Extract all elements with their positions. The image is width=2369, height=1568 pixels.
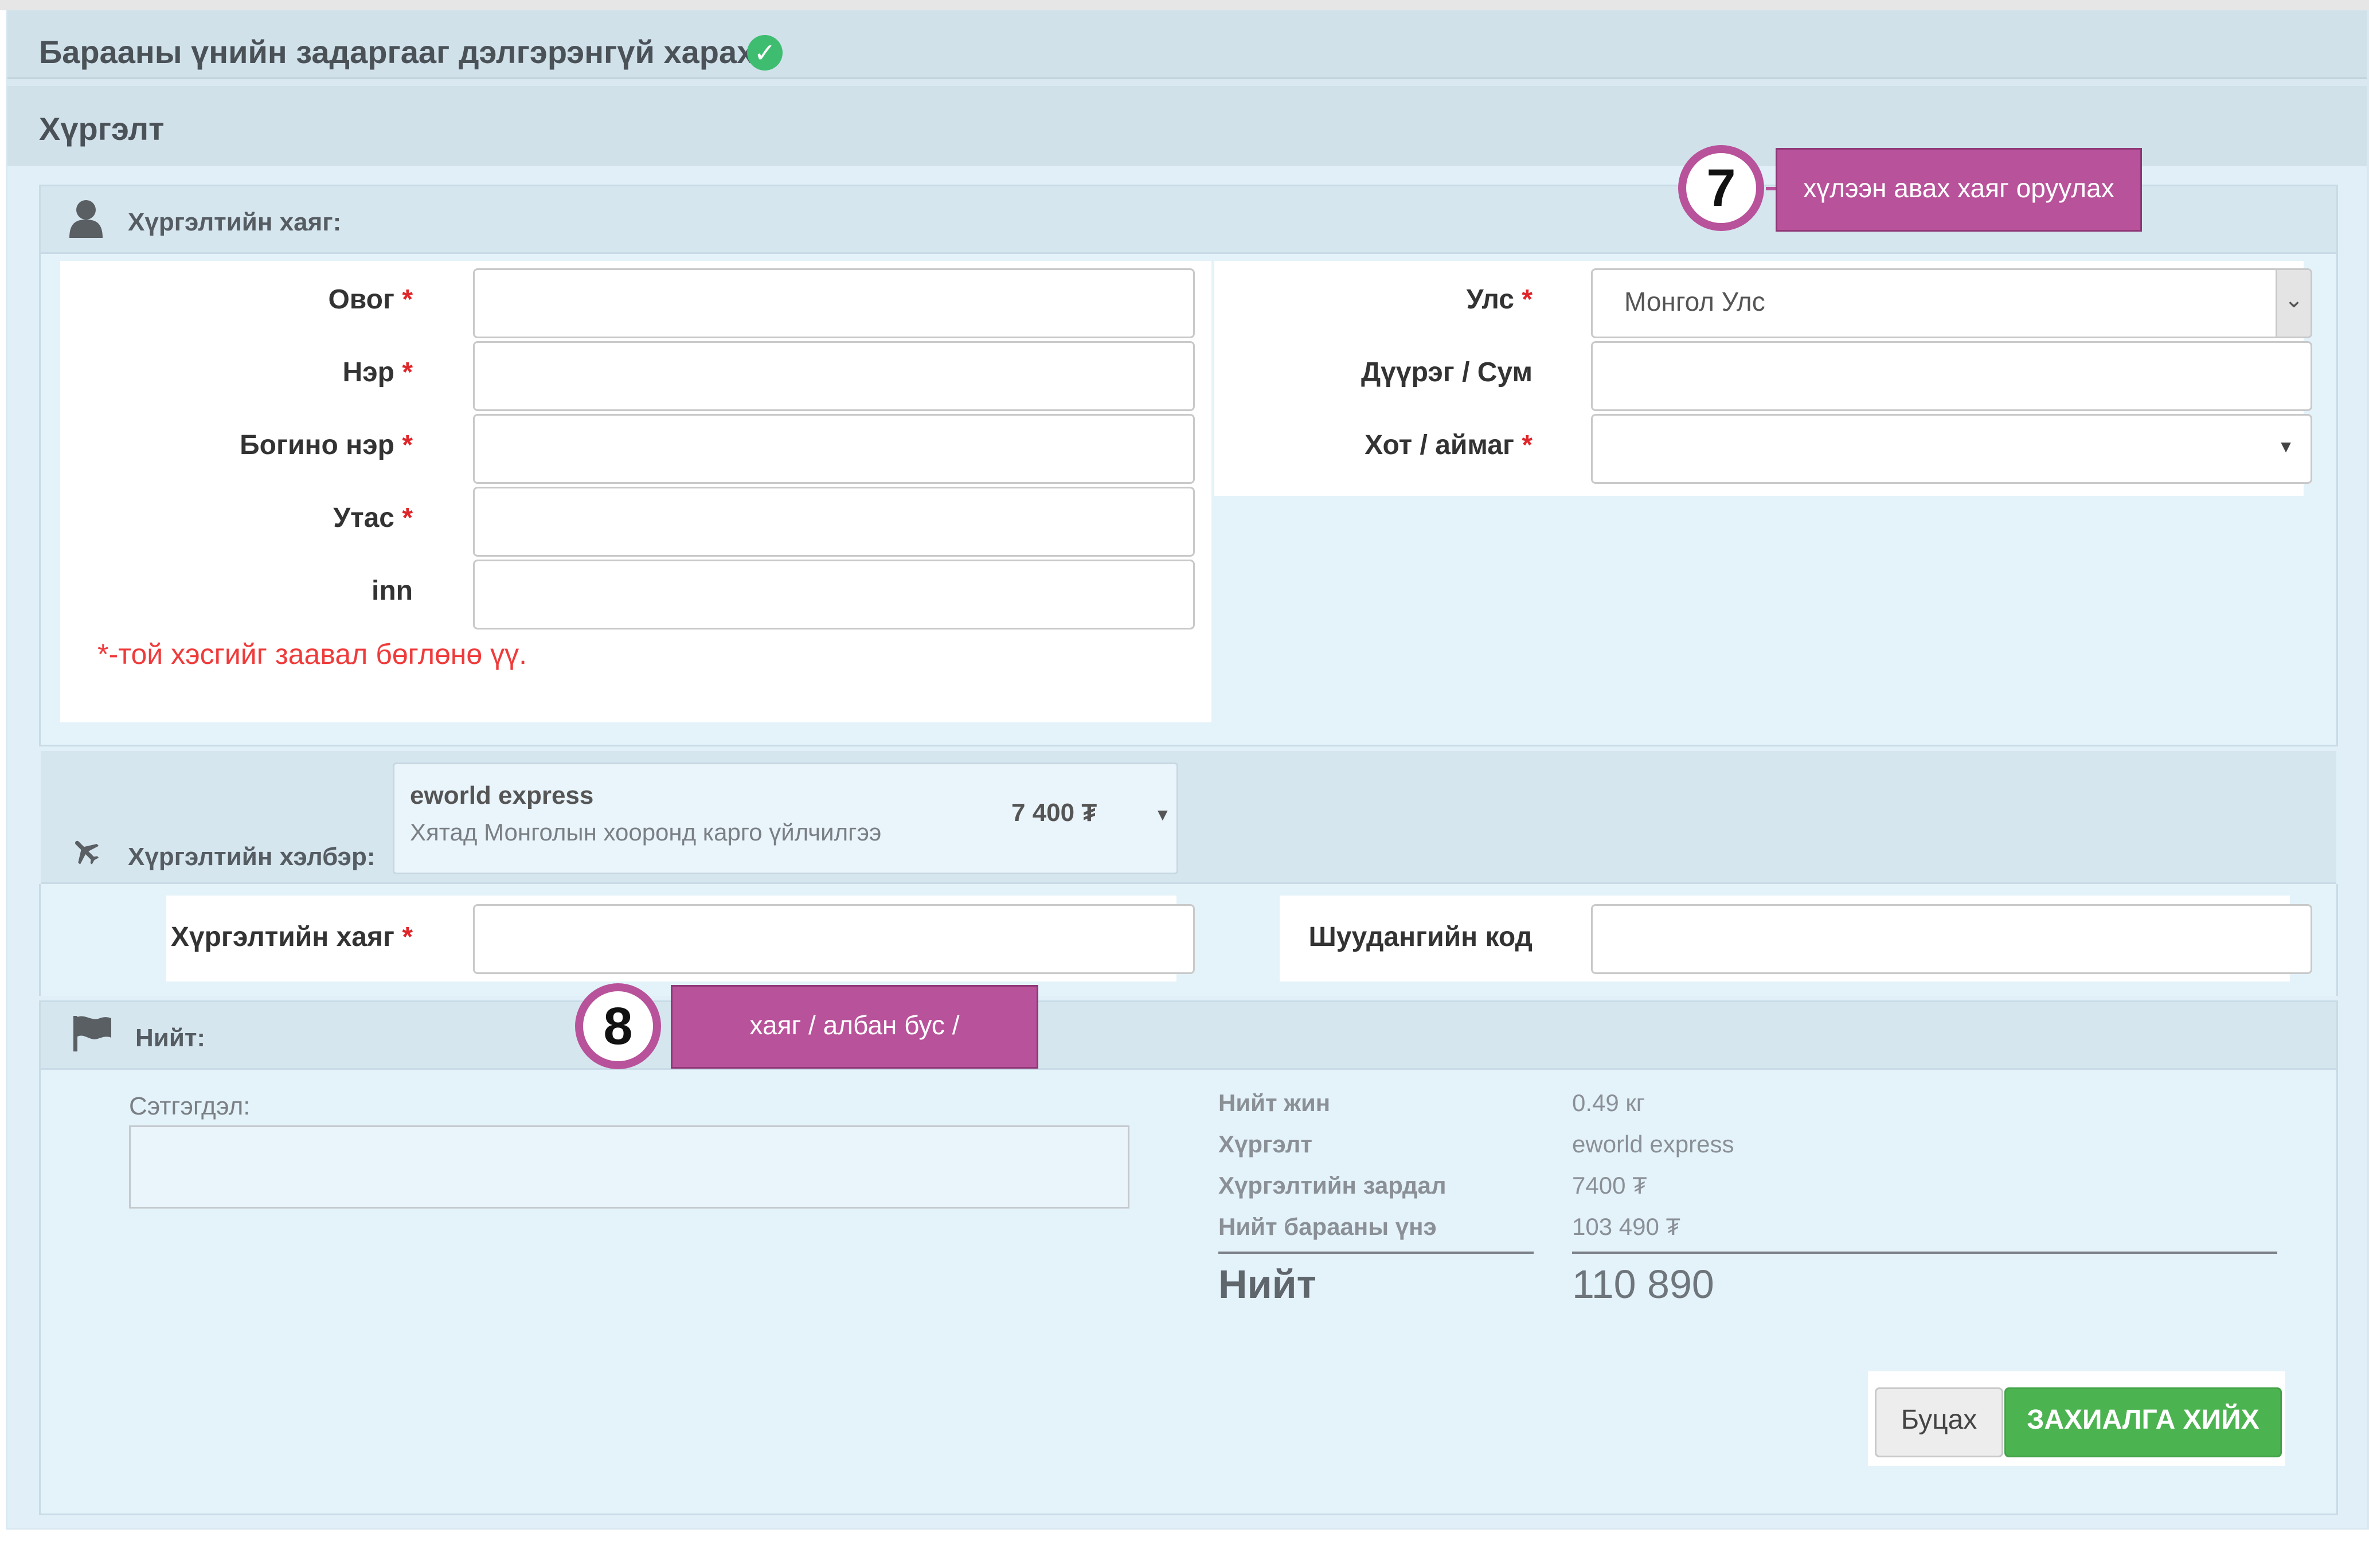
country-select[interactable]: Монгол Улс ⌄ [1591, 268, 2312, 338]
caret-down-icon: ▼ [1154, 805, 1171, 824]
shipping-name-label: Хүргэлт [1218, 1131, 1312, 1158]
district-input[interactable] [1591, 341, 2312, 411]
callout-7-text: хүлээн авах хаяг оруулах [1776, 148, 2142, 232]
last-name-input[interactable] [473, 268, 1195, 338]
check-circle-icon: ✓ [747, 35, 783, 71]
page-title[interactable]: Барааны үнийн задаргааг дэлгэрэнгүй хара… [39, 33, 755, 71]
grand-total-value: 110 890 [1572, 1262, 1714, 1307]
country-value: Монгол Улс [1624, 287, 1765, 316]
goods-price-label: Нийт барааны үнэ [1218, 1213, 1437, 1240]
total-weight-value: 0.49 кг [1572, 1089, 1645, 1116]
summary-heading: Нийт: [135, 1024, 206, 1052]
required-note: *-той хэсгийг заавал бөглөнө үү. [97, 638, 527, 670]
callout-7-badge: 7 [1678, 145, 1764, 231]
country-label: Улс * [1466, 284, 1533, 315]
shipping-heading: Хүргэлтийн хэлбэр: [128, 843, 376, 871]
shipping-panel-header: Хүргэлтийн хэлбэр: [41, 751, 2336, 884]
inn-input[interactable] [473, 560, 1195, 629]
callout-7-number: 7 [1686, 153, 1756, 223]
shipping-cost-label: Хүргэлтийн зардал [1218, 1172, 1447, 1199]
address-heading: Хүргэлтийн хаяг: [128, 208, 342, 236]
first-name-label: Нэр * [342, 357, 413, 388]
city-select[interactable]: ▼ [1591, 414, 2312, 484]
summary-divider-right [1572, 1252, 2277, 1254]
summary-panel-header: Нийт: [41, 1002, 2336, 1070]
district-label: Дүүрэг / Сум [1361, 357, 1533, 388]
phone-input[interactable] [473, 487, 1195, 557]
shipping-name-value: eworld express [1572, 1131, 1734, 1158]
last-name-label: Овог * [328, 284, 413, 315]
chevron-down-icon[interactable]: ⌄ [2276, 270, 2311, 337]
section-title: Хүргэлт [39, 111, 165, 147]
shipping-method-name: eworld express [410, 781, 594, 810]
top-border [0, 0, 2369, 10]
shipping-method-price: 7 400 ₮ [1011, 799, 1097, 827]
postal-code-input[interactable] [1591, 904, 2312, 974]
goods-price-value: 103 490 ₮ [1572, 1213, 1681, 1240]
callout-8-number: 8 [583, 991, 653, 1061]
shipping-method-select[interactable]: eworld express Хятад Монголын хооронд ка… [393, 763, 1178, 874]
shipping-cost-value: 7400 ₮ [1572, 1172, 1647, 1199]
total-weight-label: Нийт жин [1218, 1089, 1331, 1116]
callout-8-text: хаяг / албан бус / [671, 985, 1038, 1069]
short-name-input[interactable] [473, 414, 1195, 484]
summary-divider-left [1218, 1252, 1534, 1254]
callout-8-badge: 8 [575, 983, 661, 1069]
shipping-address-label: Хүргэлтийн хаяг * [170, 922, 413, 952]
inn-label: inn [372, 576, 413, 606]
price-breakdown-header[interactable]: Барааны үнийн задаргааг дэлгэрэнгүй хара… [7, 10, 2367, 79]
shipping-method-desc: Хятад Монголын хооронд карго үйлчилгээ [410, 819, 882, 846]
first-name-input[interactable] [473, 341, 1195, 411]
place-order-button[interactable]: ЗАХИАЛГА ХИЙХ [2004, 1387, 2282, 1457]
plane-icon [75, 840, 99, 865]
comment-textarea[interactable] [129, 1125, 1129, 1209]
grand-total-label: Нийт [1218, 1262, 1316, 1307]
user-icon [69, 200, 103, 238]
short-name-label: Богино нэр * [240, 430, 413, 460]
comment-label: Сэтгэгдэл: [129, 1092, 251, 1120]
shipping-address-input[interactable] [473, 904, 1195, 974]
postal-code-label: Шуудангийн код [1308, 922, 1533, 952]
city-label: Хот / аймаг * [1365, 430, 1533, 460]
phone-label: Утас * [333, 503, 413, 533]
caret-down-icon: ▼ [2277, 437, 2294, 456]
back-button[interactable]: Буцах [1875, 1387, 2003, 1457]
flag-icon [73, 1016, 111, 1051]
